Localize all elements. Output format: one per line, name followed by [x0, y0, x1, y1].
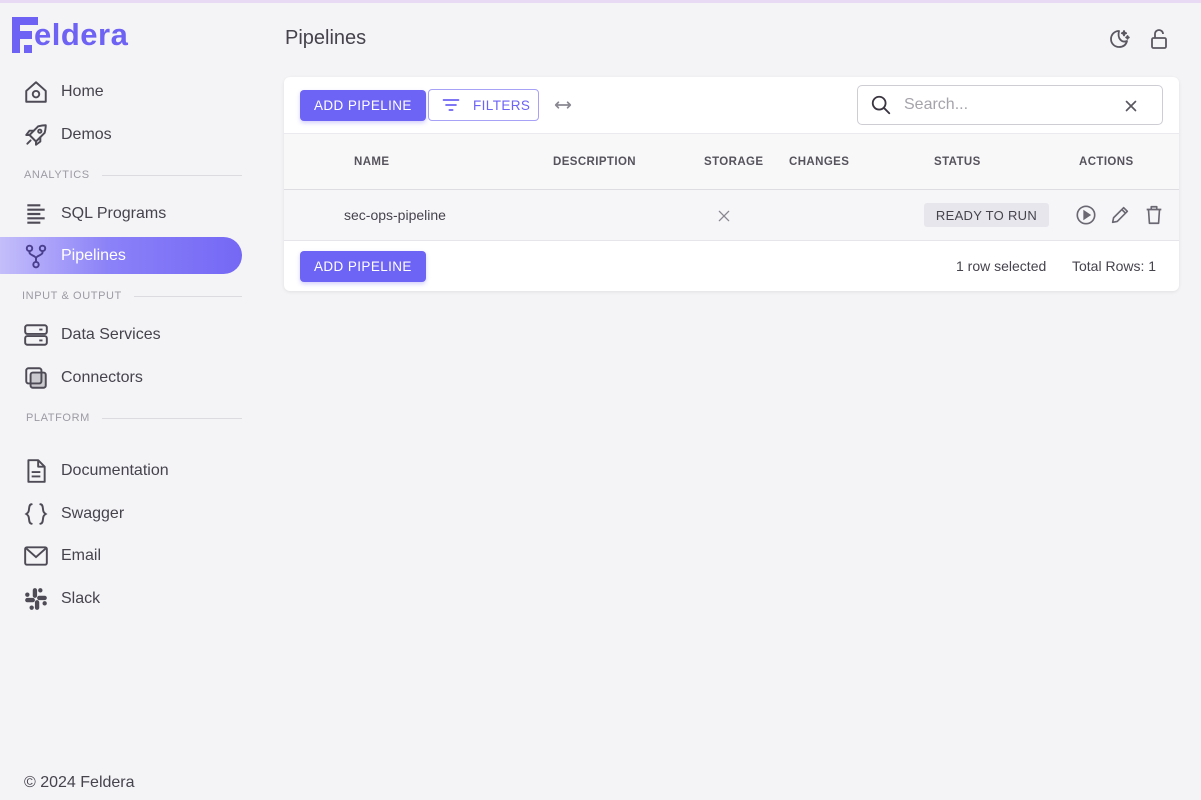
email-icon: [22, 542, 50, 570]
search-field[interactable]: [857, 85, 1163, 125]
sidebar-item-label: Demos: [61, 125, 112, 143]
sidebar-item-connectors[interactable]: Connectors: [0, 359, 242, 396]
page-title: Pipelines: [285, 27, 367, 49]
sidebar-item-home[interactable]: Home: [0, 73, 242, 110]
selection-count: 1 row selected: [956, 258, 1047, 274]
column-header-description[interactable]: DESCRIPTION: [553, 156, 636, 168]
sidebar-item-slack[interactable]: Slack: [0, 580, 242, 617]
section-label: INPUT & OUTPUT: [22, 290, 122, 302]
text-lines-icon: [22, 200, 50, 228]
pipeline-branch-icon: [22, 242, 50, 270]
search-icon: [870, 93, 894, 117]
pipelines-card: ADD PIPELINE FILTERS NAME DESCRIPTION ST…: [284, 77, 1179, 291]
edit-pencil-icon[interactable]: [1108, 203, 1132, 227]
clear-search-icon[interactable]: [1122, 97, 1140, 115]
sidebar-item-email[interactable]: Email: [0, 537, 242, 574]
sidebar-item-label: Documentation: [61, 461, 169, 479]
storage-none-icon: [716, 208, 732, 224]
sidebar-item-label: Connectors: [61, 368, 143, 386]
sidebar: eldera Home Demos ANALYTICS SQL Programs…: [0, 0, 250, 800]
slack-icon: [22, 585, 50, 613]
lock-open-icon[interactable]: [1146, 26, 1172, 52]
feldera-logo-icon: [12, 17, 38, 53]
sidebar-item-label: Email: [61, 546, 102, 564]
divider: [101, 417, 242, 419]
section-analytics: ANALYTICS: [0, 167, 242, 183]
sidebar-item-label: Home: [61, 82, 104, 100]
add-pipeline-button-footer[interactable]: ADD PIPELINE: [300, 251, 426, 282]
section-label: ANALYTICS: [24, 169, 90, 181]
sidebar-item-demos[interactable]: Demos: [0, 116, 242, 153]
pipeline-name[interactable]: sec-ops-pipeline: [344, 207, 446, 223]
divider: [101, 174, 242, 176]
start-pipeline-icon[interactable]: [1074, 203, 1098, 227]
copyright: © 2024 Feldera: [24, 774, 135, 791]
sidebar-item-label: Slack: [61, 589, 101, 607]
filter-icon: [441, 94, 463, 116]
column-header-status[interactable]: STATUS: [934, 156, 981, 168]
total-rows: Total Rows: 1: [1072, 258, 1157, 274]
search-input[interactable]: [904, 96, 1114, 114]
column-header-actions: ACTIONS: [1079, 156, 1134, 168]
rocket-icon: [22, 121, 50, 149]
delete-trash-icon[interactable]: [1142, 203, 1166, 227]
column-header-storage[interactable]: STORAGE: [704, 156, 763, 168]
document-icon: [22, 457, 50, 485]
column-header-changes[interactable]: CHANGES: [789, 156, 849, 168]
sidebar-item-sql-programs[interactable]: SQL Programs: [0, 195, 242, 232]
brand-name: eldera: [34, 17, 129, 52]
filters-label: FILTERS: [473, 97, 531, 113]
braces-icon: [22, 500, 50, 528]
status-badge: READY TO RUN: [924, 203, 1049, 227]
add-pipeline-button[interactable]: ADD PIPELINE: [300, 90, 426, 121]
sidebar-item-documentation[interactable]: Documentation: [0, 452, 242, 489]
column-header-name[interactable]: NAME: [354, 156, 389, 168]
feldera-logo[interactable]: eldera: [12, 16, 128, 54]
column-width-icon[interactable]: [552, 94, 574, 116]
filters-button[interactable]: FILTERS: [428, 89, 539, 121]
section-input-output: INPUT & OUTPUT: [0, 288, 242, 304]
sidebar-item-pipelines[interactable]: Pipelines: [0, 237, 242, 274]
divider: [133, 295, 242, 297]
sidebar-item-label: SQL Programs: [61, 204, 167, 222]
server-icon: [22, 321, 50, 349]
sidebar-item-label: Swagger: [61, 504, 125, 522]
home-icon: [22, 78, 50, 106]
dark-mode-icon[interactable]: [1106, 26, 1132, 52]
connectors-icon: [22, 364, 50, 392]
table-header: NAME DESCRIPTION STORAGE CHANGES STATUS …: [284, 133, 1179, 190]
sidebar-item-data-services[interactable]: Data Services: [0, 316, 242, 353]
table-row[interactable]: sec-ops-pipeline READY TO RUN: [284, 190, 1179, 241]
sidebar-item-label: Pipelines: [61, 246, 126, 264]
section-label: PLATFORM: [26, 412, 90, 424]
sidebar-item-label: Data Services: [61, 325, 161, 343]
section-platform: PLATFORM: [0, 410, 242, 426]
sidebar-item-swagger[interactable]: Swagger: [0, 495, 242, 532]
